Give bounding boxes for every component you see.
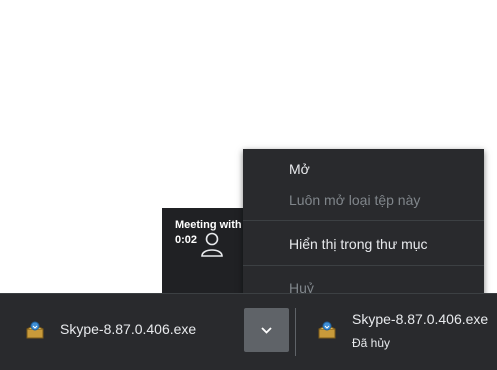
download-filename: Skype-8.87.0.406.exe — [352, 311, 489, 327]
download-context-menu: Mở Luôn mở loại tệp này Hiển thị trong t… — [243, 149, 484, 306]
menu-separator — [243, 220, 484, 221]
chevron-down-icon — [261, 327, 272, 334]
meeting-title: Meeting with — [175, 219, 242, 231]
menu-item-always-open: Luôn mở loại tệp này — [289, 192, 421, 208]
meeting-window[interactable]: Meeting with 0:02 — [162, 208, 247, 294]
download-filename: Skype-8.87.0.406.exe — [60, 321, 197, 337]
menu-item-show-in-folder[interactable]: Hiển thị trong thư mục — [289, 236, 428, 252]
download-menu-button[interactable] — [244, 308, 289, 352]
installer-icon — [25, 320, 45, 340]
download-status: Đã hủy — [352, 336, 391, 350]
person-icon — [200, 231, 224, 262]
menu-item-open[interactable]: Mở — [289, 161, 310, 177]
installer-icon — [317, 320, 337, 340]
shelf-divider — [295, 308, 296, 356]
menu-separator — [243, 265, 484, 266]
download-shelf: Skype-8.87.0.406.exe Skype-8.87.0.406.ex… — [0, 293, 497, 370]
meeting-timer: 0:02 — [175, 234, 198, 246]
